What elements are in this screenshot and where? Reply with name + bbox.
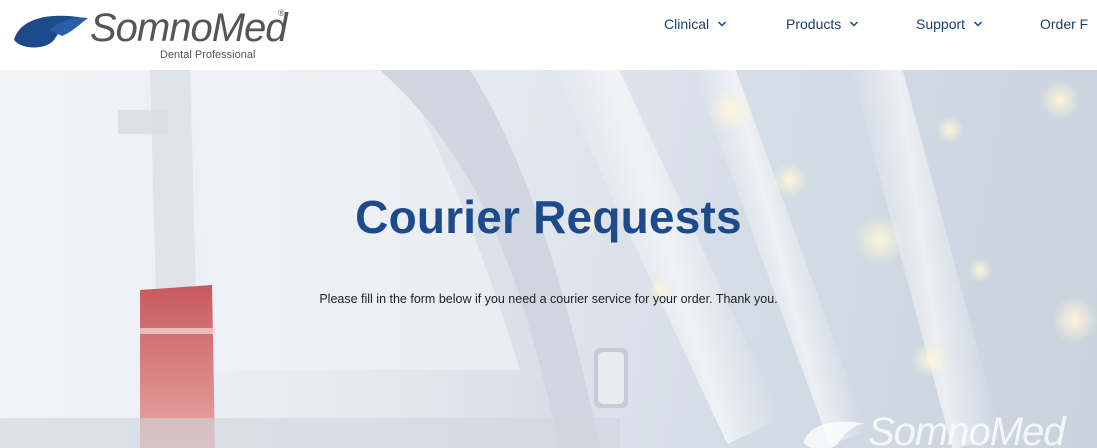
registered-mark: ® <box>278 8 285 18</box>
nav-item-order-forms[interactable]: Order F <box>1040 16 1088 32</box>
watermark-text: SomnoMed <box>868 410 1066 448</box>
nav-item-label: Support <box>916 16 966 32</box>
brand-logo[interactable]: SomnoMed ® Dental Professional <box>8 4 298 64</box>
somnomed-swoosh-logo-icon <box>14 15 88 48</box>
page-title: Courier Requests <box>355 191 742 243</box>
chevron-down-icon <box>850 21 859 27</box>
hero-background-image <box>0 70 1097 448</box>
watermark-logo: SomnoMed <box>800 410 1097 448</box>
nav-item-label: Products <box>786 16 842 32</box>
nav-item-support[interactable]: Support <box>916 16 983 32</box>
page: SomnoMed ® Dental Professional Clinical … <box>0 0 1097 448</box>
site-header: SomnoMed ® Dental Professional Clinical … <box>0 0 1097 70</box>
brand-name: SomnoMed <box>90 6 288 50</box>
watermark-swoosh-icon <box>803 421 865 448</box>
brand-tagline: Dental Professional <box>160 49 256 61</box>
nav-item-label: Clinical <box>664 16 710 32</box>
nav-item-label: Order F <box>1040 16 1089 32</box>
chevron-down-icon <box>974 21 983 27</box>
nav-item-products[interactable]: Products <box>786 16 859 32</box>
page-description: Please fill in the form below if you nee… <box>319 292 778 306</box>
nav-item-clinical[interactable]: Clinical <box>664 16 727 32</box>
hero-banner: Courier Requests Please fill in the form… <box>0 70 1097 448</box>
chevron-down-icon <box>718 21 727 27</box>
